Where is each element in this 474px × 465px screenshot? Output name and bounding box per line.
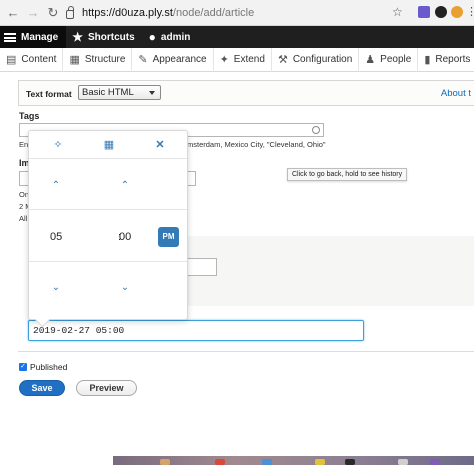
text-format-select[interactable]: Basic HTML: [78, 85, 161, 100]
picker-separator: [29, 261, 187, 262]
extend-icon: ✦: [219, 54, 229, 66]
menu-appearance[interactable]: ✎ Appearance: [132, 47, 214, 72]
small-text-input[interactable]: [186, 258, 217, 276]
published-label: Published: [30, 362, 68, 372]
tags-label: Tags: [19, 111, 40, 121]
published-checkbox[interactable]: ✓: [19, 363, 27, 371]
dock-app-icon[interactable]: [398, 459, 408, 465]
image-help-line: All: [19, 214, 28, 223]
user-tab[interactable]: ● admin: [143, 26, 199, 48]
authored-on-date-input[interactable]: 2019-02-27 05:00: [28, 320, 364, 341]
autocomplete-throbber-icon: [312, 126, 320, 134]
admin-toolbar: Manage ★ Shortcuts ● admin: [0, 26, 474, 48]
settings-panel: [180, 236, 474, 306]
structure-icon: ▦: [69, 54, 80, 66]
admin-menu-bar: ▤ Content ▦ Structure ✎ Appearance ✦ Extend …: [0, 47, 474, 72]
star-icon: ★: [72, 30, 83, 44]
dock-app-icon[interactable]: [262, 459, 272, 465]
calendar-icon[interactable]: ▦: [103, 139, 115, 151]
dock-app-icon[interactable]: [315, 459, 325, 465]
picker-toolbar: ✧ ▦ ✕: [29, 131, 187, 159]
back-button-tooltip: Click to go back, hold to see history: [287, 168, 408, 181]
node-add-form: Text format Basic HTML About t Tags Ent m…: [0, 72, 474, 465]
hour-value[interactable]: 05: [50, 231, 62, 243]
chevron-up-icon[interactable]: ⌃: [50, 181, 62, 191]
text-format-label: Text format: [26, 89, 72, 99]
chevron-up-icon[interactable]: ⌃: [119, 181, 131, 191]
url-text: https://d0uza.ply.st/node/add/article: [82, 7, 255, 19]
preview-button[interactable]: Preview: [76, 380, 137, 396]
user-icon: ●: [148, 30, 156, 44]
save-button[interactable]: Save: [19, 380, 65, 396]
text-format-wrapper: Text format Basic HTML About t: [18, 80, 474, 106]
picker-separator: [29, 209, 187, 210]
menu-dots-icon[interactable]: ⋮: [466, 5, 474, 18]
configuration-icon: ⚒: [277, 54, 288, 66]
bookmark-star-icon[interactable]: ☆: [392, 5, 403, 19]
browser-chrome: ← → ↻ https://d0uza.ply.st/node/add/arti…: [0, 0, 474, 26]
menu-structure[interactable]: ▦ Structure: [63, 47, 133, 72]
dock-app-icon[interactable]: [160, 459, 170, 465]
chevron-down-icon[interactable]: ⌄: [50, 283, 62, 293]
reports-icon: ▮: [424, 54, 431, 66]
menu-people[interactable]: ♟ People: [359, 47, 419, 72]
minute-value[interactable]: 00: [119, 231, 131, 243]
appearance-icon: ✎: [138, 54, 148, 66]
forward-arrow-icon[interactable]: →: [26, 5, 40, 20]
menu-content[interactable]: ▤ Content: [0, 47, 64, 72]
hamburger-icon: [4, 32, 16, 42]
content-icon: ▤: [6, 54, 17, 66]
extension-icon[interactable]: [418, 6, 430, 18]
profile-avatar[interactable]: [451, 6, 463, 18]
dock-app-icon[interactable]: [215, 459, 225, 465]
menu-reports[interactable]: ▮ Reports: [418, 48, 474, 72]
about-text-formats-link[interactable]: About t: [441, 88, 471, 99]
back-arrow-icon[interactable]: ←: [6, 5, 20, 20]
crosshair-today-icon[interactable]: ✧: [52, 139, 64, 151]
time-picker-popup: ✧ ▦ ✕ ⌃ ⌃ 05 : 00 PM ⌄ ⌄: [28, 130, 188, 320]
divider: [18, 351, 474, 352]
dock-app-icon[interactable]: [345, 459, 355, 465]
extension-icon[interactable]: [435, 6, 447, 18]
address-bar[interactable]: https://d0uza.ply.st/node/add/article: [66, 4, 410, 22]
published-checkbox-row[interactable]: ✓ Published: [19, 362, 67, 372]
manage-tab[interactable]: Manage: [0, 26, 67, 48]
shortcuts-tab[interactable]: ★ Shortcuts: [66, 26, 142, 48]
menu-configuration[interactable]: ⚒ Configuration: [272, 47, 360, 72]
am-pm-toggle-button[interactable]: PM: [158, 227, 179, 247]
close-icon[interactable]: ✕: [154, 139, 166, 151]
people-icon: ♟: [365, 54, 376, 66]
dock-app-icon[interactable]: [430, 459, 440, 465]
lock-icon: [66, 5, 74, 19]
chevron-down-icon[interactable]: ⌄: [119, 283, 131, 293]
reload-icon[interactable]: ↻: [46, 5, 60, 20]
menu-extend[interactable]: ✦ Extend: [214, 47, 272, 72]
